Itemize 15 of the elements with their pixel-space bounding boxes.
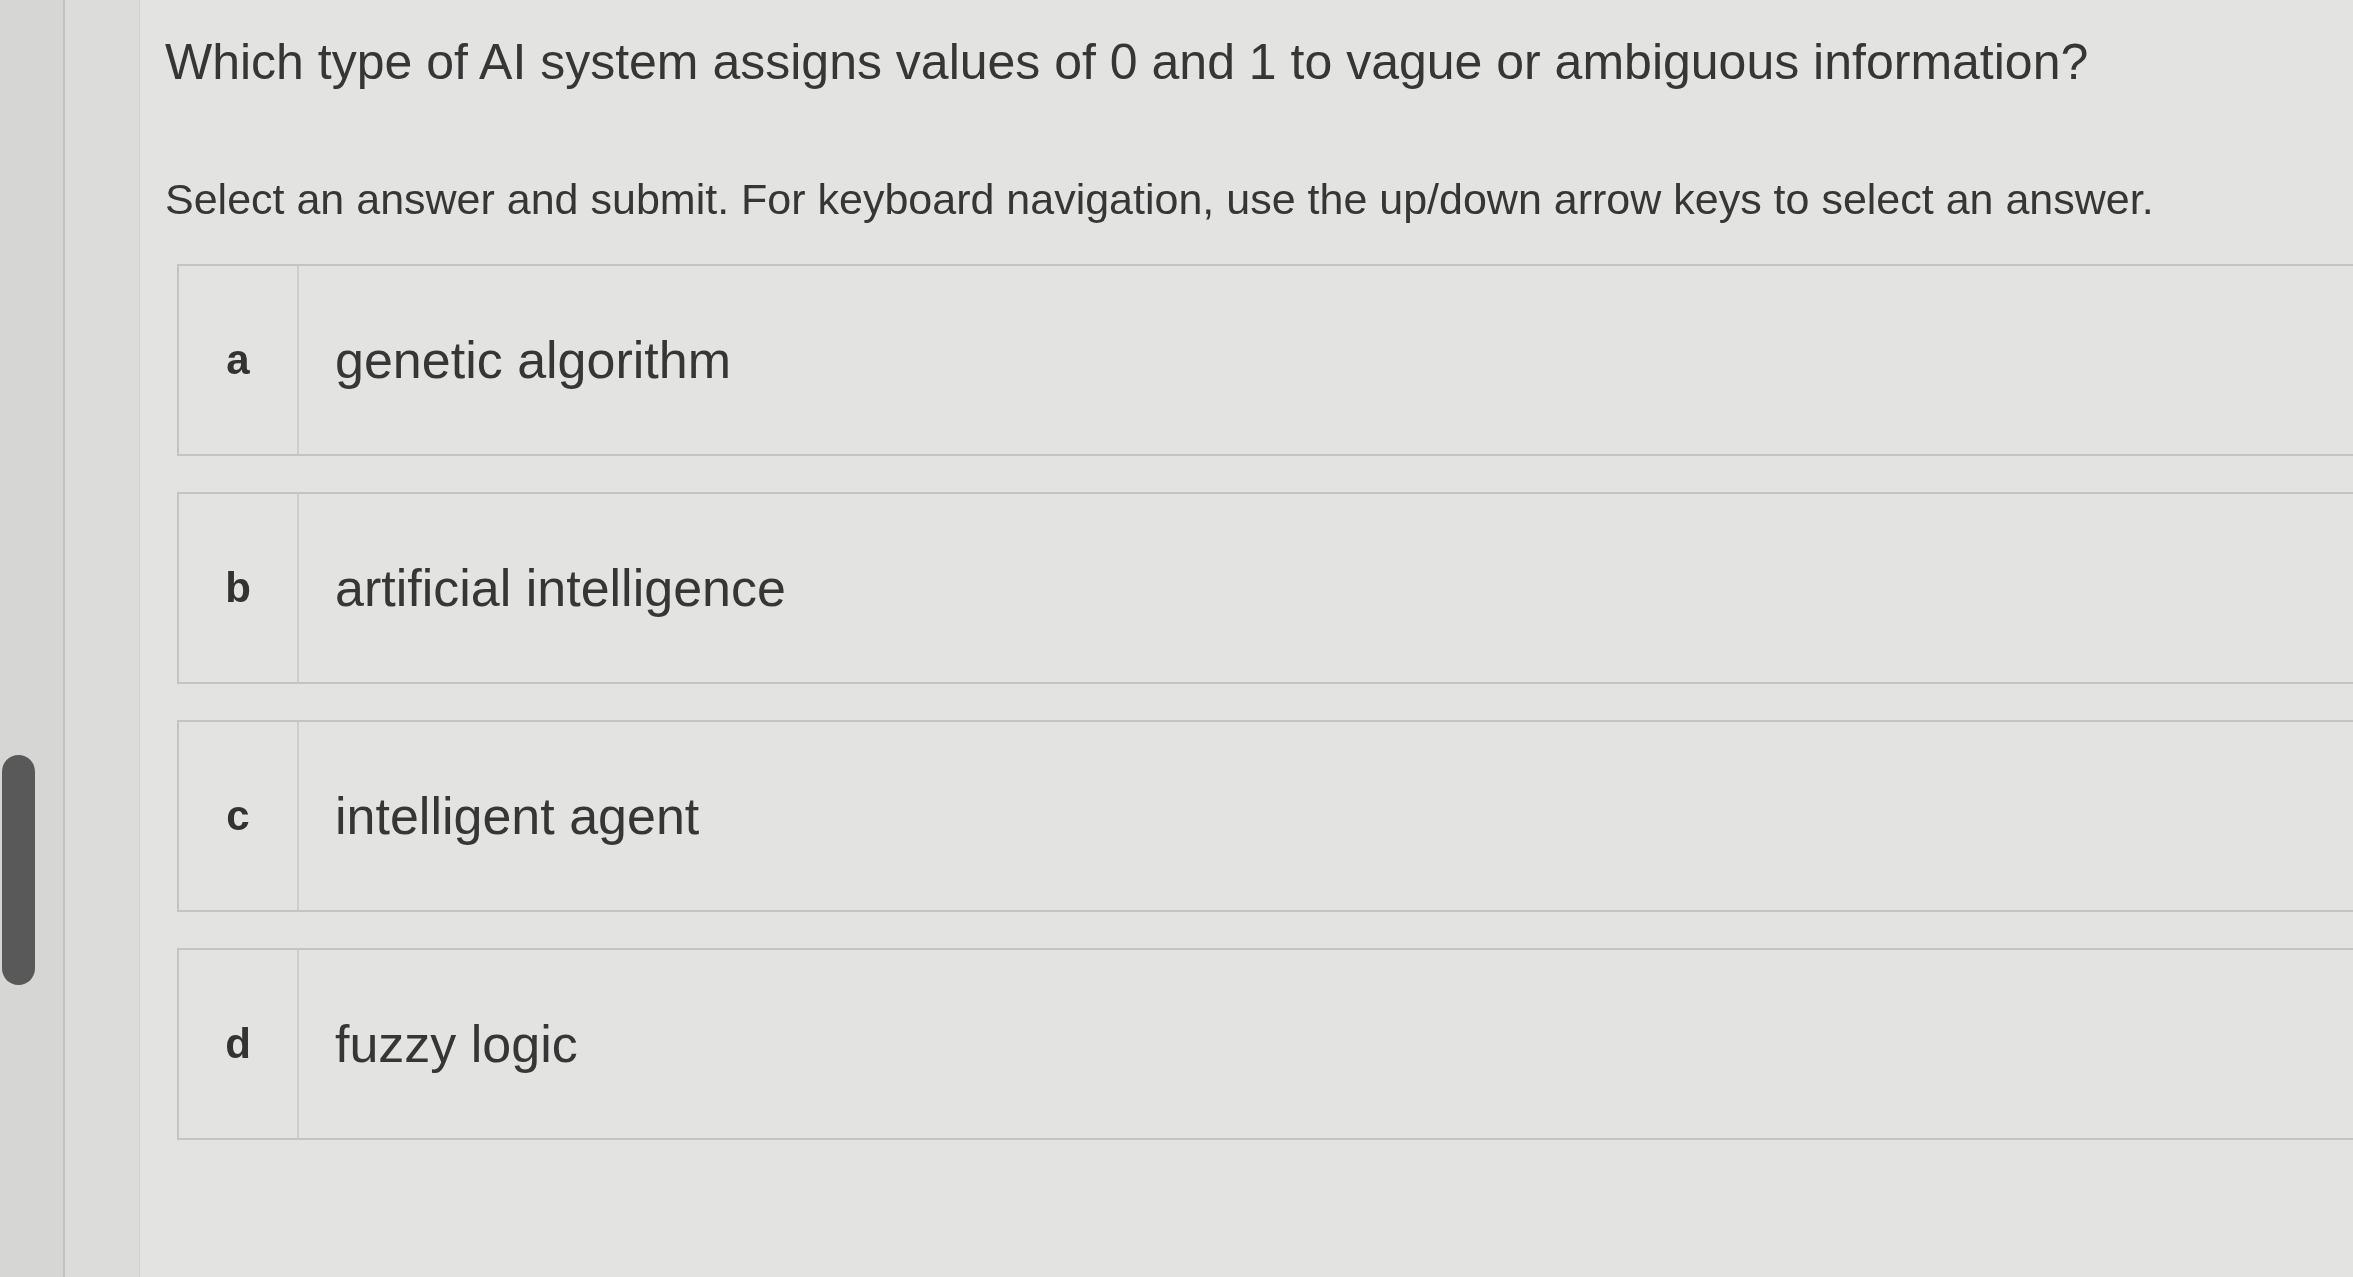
answer-option[interactable]: a genetic algorithm: [177, 263, 2353, 456]
instruction-text: Select an answer and submit. For keyboard navigation, use the up/down arrow keys to select an answer.: [165, 174, 2154, 225]
answer-option[interactable]: d fuzzy logic: [177, 947, 2353, 1140]
option-letter: a: [179, 265, 299, 454]
answer-option[interactable]: b artificial intelligence: [177, 491, 2353, 684]
question-text: Which type of AI system assigns values of 0 and 1 to vague or ambiguous information?: [165, 33, 2089, 92]
option-letter: b: [179, 493, 299, 682]
option-text: intelligent agent: [334, 785, 700, 847]
option-text: artificial intelligence: [334, 557, 786, 619]
option-letter: c: [179, 721, 299, 910]
option-text: fuzzy logic: [334, 1013, 578, 1075]
option-text: genetic algorithm: [334, 329, 731, 391]
answer-option[interactable]: c intelligent agent: [177, 719, 2353, 912]
option-letter: d: [179, 949, 299, 1138]
scrollbar-thumb[interactable]: [2, 755, 35, 985]
